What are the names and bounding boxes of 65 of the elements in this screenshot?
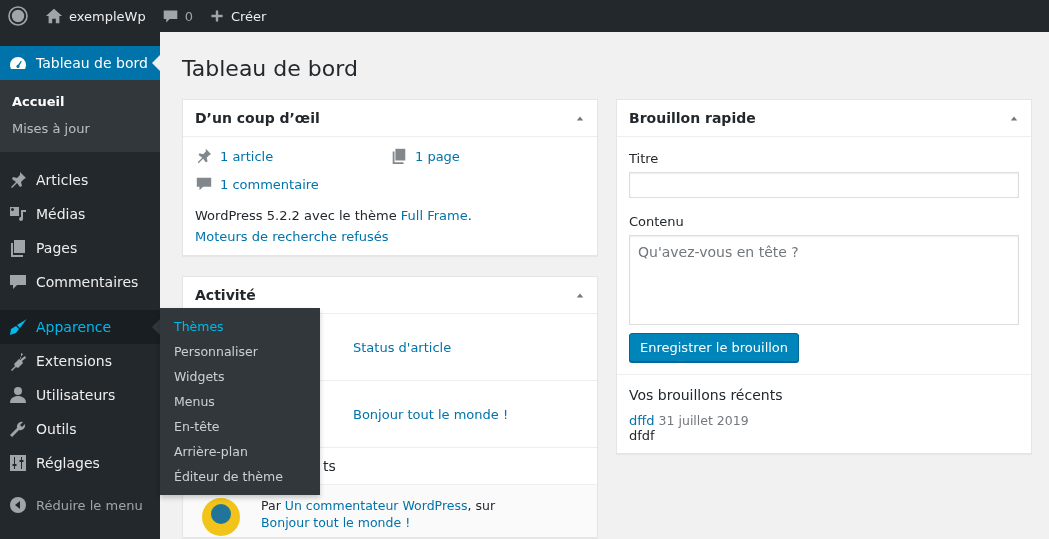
panel-title: Activité xyxy=(195,287,256,303)
media-icon xyxy=(8,204,28,224)
flyout-item[interactable]: Arrière-plan xyxy=(160,439,320,464)
menu-item[interactable]: Commentaires xyxy=(0,265,160,299)
logo-icon xyxy=(8,6,28,26)
flyout-item[interactable]: Menus xyxy=(160,389,320,414)
pages-icon xyxy=(8,238,28,258)
post-link[interactable]: Bonjour tout le monde ! xyxy=(261,515,411,530)
collapse-caret-icon xyxy=(1009,114,1019,122)
menu-item[interactable]: Pages xyxy=(0,231,160,265)
wrench-icon xyxy=(8,419,28,439)
panel-title: Brouillon rapide xyxy=(629,110,756,126)
collapse-caret-icon xyxy=(575,114,585,122)
panel-title: D’un coup d’œil xyxy=(195,110,320,126)
collapse-icon xyxy=(8,495,28,515)
home-icon xyxy=(45,7,63,25)
plus-icon xyxy=(209,8,225,24)
new-content-link[interactable]: Créer xyxy=(201,0,275,32)
comment-icon xyxy=(8,272,28,292)
comment-text: Par Un commentateur WordPress, sur Bonjour tout le monde ! xyxy=(261,497,497,532)
flyout-item[interactable]: Thèmes xyxy=(160,314,320,339)
submenu-item[interactable]: Accueil xyxy=(0,88,160,115)
author-link[interactable]: Un commentateur WordPress xyxy=(284,498,468,513)
menu-item[interactable]: Utilisateurs xyxy=(0,378,160,412)
count-link[interactable]: 1 page xyxy=(390,147,585,165)
title-field[interactable] xyxy=(629,172,1019,198)
menu-item[interactable]: Extensions xyxy=(0,344,160,378)
menu-item[interactable]: Articles xyxy=(0,163,160,197)
comments-link[interactable]: 0 xyxy=(153,0,201,32)
submenu-item[interactable]: Mises à jour xyxy=(0,115,160,142)
search-engines-link[interactable]: Moteurs de recherche refusés xyxy=(195,226,585,247)
count-link[interactable]: 1 commentaire xyxy=(195,175,390,193)
collapse-menu-button[interactable]: Réduire le menu xyxy=(0,491,160,519)
post-link[interactable]: Status d'article xyxy=(353,339,452,355)
flyout-item[interactable]: Widgets xyxy=(160,364,320,389)
count-link[interactable]: 1 article xyxy=(195,147,390,165)
section-heading: ts xyxy=(323,458,336,474)
page-title: Tableau de bord xyxy=(182,55,359,83)
site-name-link[interactable]: exempleWp xyxy=(37,0,154,32)
brush-icon xyxy=(8,317,28,337)
menu-item[interactable]: Apparence xyxy=(0,310,160,344)
post-link[interactable]: Bonjour tout le monde ! xyxy=(353,406,509,422)
content-field[interactable]: Qu'avez-vous en tête ? xyxy=(629,235,1019,325)
save-draft-button[interactable]: Enregistrer le brouillon xyxy=(629,333,800,362)
menu-item[interactable]: Médias xyxy=(0,197,160,231)
pages-icon xyxy=(390,147,408,165)
flyout-item[interactable]: Personnaliser xyxy=(160,339,320,364)
draft-excerpt: dfdf xyxy=(629,428,656,443)
field-label: Titre xyxy=(629,151,660,166)
menu-item[interactable]: Réglages xyxy=(0,446,160,480)
field-label: Contenu xyxy=(629,214,685,229)
version-text: WordPress 5.2.2 avec le thème Full Frame. xyxy=(195,207,473,225)
pin-icon xyxy=(195,147,213,165)
avatar xyxy=(201,497,241,537)
flyout-item[interactable]: Éditeur de thème xyxy=(160,464,320,489)
draft-date: 31 juillet 2019 xyxy=(658,413,749,428)
menu-item[interactable]: Tableau de bord xyxy=(0,46,160,80)
sliders-icon xyxy=(8,453,28,473)
flyout-item[interactable]: En-tête xyxy=(160,414,320,439)
draft-link[interactable]: dffd xyxy=(629,413,655,428)
theme-link[interactable]: Full Frame xyxy=(400,208,468,223)
section-heading: Vos brouillons récents xyxy=(629,387,784,403)
collapse-caret-icon xyxy=(575,291,585,299)
user-icon xyxy=(8,385,28,405)
menu-item[interactable]: Outils xyxy=(0,412,160,446)
